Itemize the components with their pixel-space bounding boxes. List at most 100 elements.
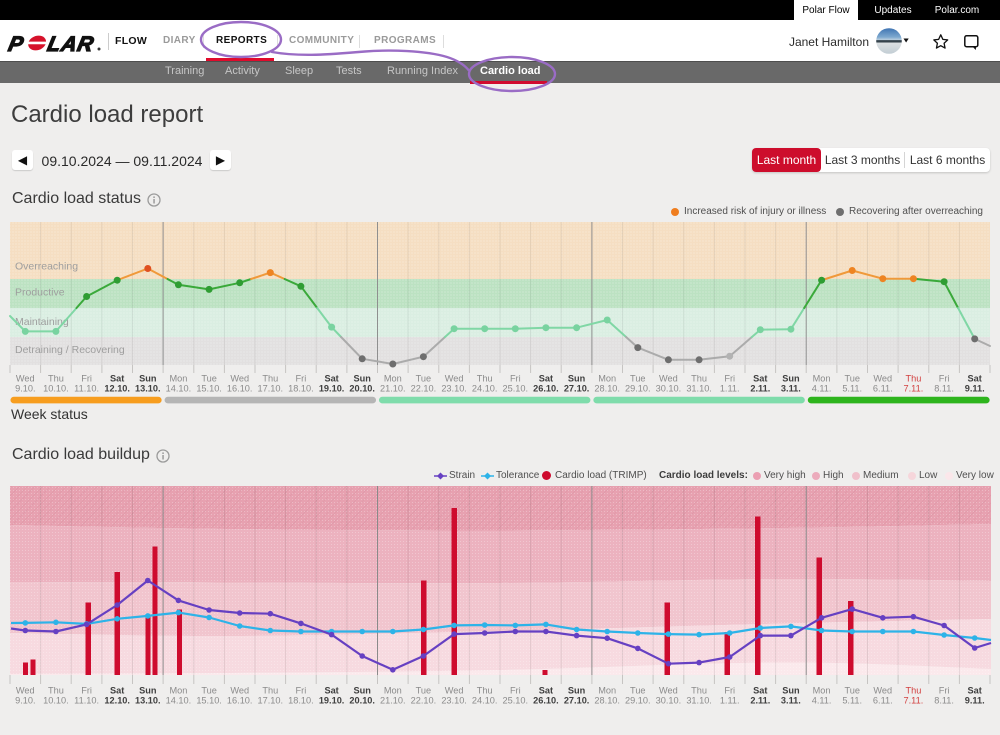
- svg-text:Thu: Thu: [905, 374, 921, 384]
- svg-text:9.10.: 9.10.: [15, 384, 35, 394]
- svg-text:28.10.: 28.10.: [594, 695, 620, 705]
- svg-text:Sat: Sat: [110, 685, 124, 695]
- svg-text:1.11.: 1.11.: [720, 384, 740, 394]
- svg-text:4.11.: 4.11.: [812, 695, 832, 705]
- svg-text:5.11.: 5.11.: [842, 695, 862, 705]
- svg-text:Wed: Wed: [16, 685, 35, 695]
- svg-text:9.11.: 9.11.: [965, 384, 985, 394]
- svg-text:13.10.: 13.10.: [135, 384, 161, 394]
- svg-text:6.11.: 6.11.: [873, 384, 893, 394]
- svg-text:Thu: Thu: [262, 685, 278, 695]
- svg-text:Mon: Mon: [598, 374, 616, 384]
- svg-text:Fri: Fri: [939, 685, 950, 695]
- svg-text:Mon: Mon: [169, 685, 187, 695]
- svg-text:Sun: Sun: [139, 374, 157, 384]
- svg-text:Fri: Fri: [296, 685, 307, 695]
- svg-text:Sat: Sat: [539, 685, 553, 695]
- svg-text:Sat: Sat: [753, 374, 767, 384]
- svg-text:Tue: Tue: [844, 685, 860, 695]
- svg-text:Mon: Mon: [813, 685, 831, 695]
- svg-text:2.11.: 2.11.: [750, 695, 770, 705]
- svg-text:1.11.: 1.11.: [720, 695, 740, 705]
- svg-text:19.10.: 19.10.: [319, 695, 345, 705]
- svg-text:31.10.: 31.10.: [686, 695, 712, 705]
- svg-text:29.10.: 29.10.: [625, 384, 651, 394]
- svg-text:Sun: Sun: [568, 374, 586, 384]
- svg-text:Sun: Sun: [354, 685, 372, 695]
- svg-text:Thu: Thu: [48, 685, 64, 695]
- svg-text:3.11.: 3.11.: [781, 695, 801, 705]
- svg-text:4.11.: 4.11.: [812, 384, 832, 394]
- svg-text:17.10.: 17.10.: [258, 695, 284, 705]
- svg-text:21.10.: 21.10.: [380, 384, 406, 394]
- svg-text:26.10.: 26.10.: [533, 695, 559, 705]
- svg-text:Wed: Wed: [873, 374, 892, 384]
- svg-text:10.10.: 10.10.: [43, 695, 69, 705]
- svg-text:7.11.: 7.11.: [904, 695, 924, 705]
- svg-text:25.10.: 25.10.: [503, 695, 529, 705]
- svg-text:Wed: Wed: [445, 685, 464, 695]
- svg-text:Thu: Thu: [477, 374, 493, 384]
- svg-text:Mon: Mon: [598, 685, 616, 695]
- svg-text:24.10.: 24.10.: [472, 695, 498, 705]
- svg-text:Wed: Wed: [16, 374, 35, 384]
- svg-text:Sat: Sat: [753, 685, 767, 695]
- svg-text:16.10.: 16.10.: [227, 695, 253, 705]
- svg-text:Sat: Sat: [539, 374, 553, 384]
- svg-text:Mon: Mon: [813, 374, 831, 384]
- svg-text:Fri: Fri: [81, 685, 92, 695]
- svg-text:27.10.: 27.10.: [564, 384, 590, 394]
- svg-text:26.10.: 26.10.: [533, 384, 559, 394]
- svg-text:Wed: Wed: [873, 685, 892, 695]
- svg-text:Thu: Thu: [48, 374, 64, 384]
- svg-text:Thu: Thu: [262, 374, 278, 384]
- svg-text:18.10.: 18.10.: [288, 384, 314, 394]
- svg-text:Sat: Sat: [324, 374, 338, 384]
- svg-text:17.10.: 17.10.: [258, 384, 284, 394]
- svg-text:Tue: Tue: [416, 685, 432, 695]
- svg-text:Sat: Sat: [110, 374, 124, 384]
- svg-text:Fri: Fri: [296, 374, 307, 384]
- svg-text:2.11.: 2.11.: [750, 384, 770, 394]
- svg-text:22.10.: 22.10.: [411, 695, 437, 705]
- svg-text:11.10.: 11.10.: [74, 695, 99, 705]
- svg-text:Thu: Thu: [477, 685, 493, 695]
- svg-text:Sun: Sun: [139, 685, 157, 695]
- svg-text:Fri: Fri: [724, 374, 735, 384]
- svg-text:15.10.: 15.10.: [196, 384, 222, 394]
- svg-text:15.10.: 15.10.: [196, 695, 222, 705]
- svg-text:Thu: Thu: [691, 685, 707, 695]
- svg-text:18.10.: 18.10.: [288, 695, 314, 705]
- svg-text:5.11.: 5.11.: [842, 384, 862, 394]
- svg-text:Wed: Wed: [659, 685, 678, 695]
- svg-text:Sun: Sun: [568, 685, 586, 695]
- svg-text:Tue: Tue: [201, 374, 217, 384]
- svg-text:Tue: Tue: [844, 374, 860, 384]
- svg-text:9.11.: 9.11.: [965, 695, 985, 705]
- svg-text:Productive: Productive: [15, 287, 65, 299]
- svg-text:Detraining / Recovering: Detraining / Recovering: [15, 344, 125, 356]
- svg-text:20.10.: 20.10.: [349, 695, 375, 705]
- svg-text:Overreaching: Overreaching: [15, 261, 78, 273]
- svg-text:Tue: Tue: [630, 685, 646, 695]
- svg-text:Mon: Mon: [169, 374, 187, 384]
- svg-text:12.10.: 12.10.: [104, 384, 130, 394]
- svg-text:14.10.: 14.10.: [166, 695, 192, 705]
- svg-text:11.10.: 11.10.: [74, 384, 99, 394]
- svg-text:Sun: Sun: [354, 374, 372, 384]
- svg-text:Sat: Sat: [968, 374, 982, 384]
- svg-text:Mon: Mon: [384, 685, 402, 695]
- svg-text:Fri: Fri: [724, 685, 735, 695]
- svg-text:16.10.: 16.10.: [227, 384, 253, 394]
- svg-text:27.10.: 27.10.: [564, 695, 590, 705]
- svg-text:19.10.: 19.10.: [319, 384, 345, 394]
- svg-text:21.10.: 21.10.: [380, 695, 406, 705]
- svg-text:8.11.: 8.11.: [934, 695, 954, 705]
- svg-text:Fri: Fri: [510, 374, 521, 384]
- svg-text:Fri: Fri: [81, 374, 92, 384]
- svg-text:Mon: Mon: [384, 374, 402, 384]
- svg-text:Fri: Fri: [939, 374, 950, 384]
- svg-text:31.10.: 31.10.: [686, 384, 712, 394]
- svg-text:Tue: Tue: [201, 685, 217, 695]
- svg-text:Sun: Sun: [782, 685, 800, 695]
